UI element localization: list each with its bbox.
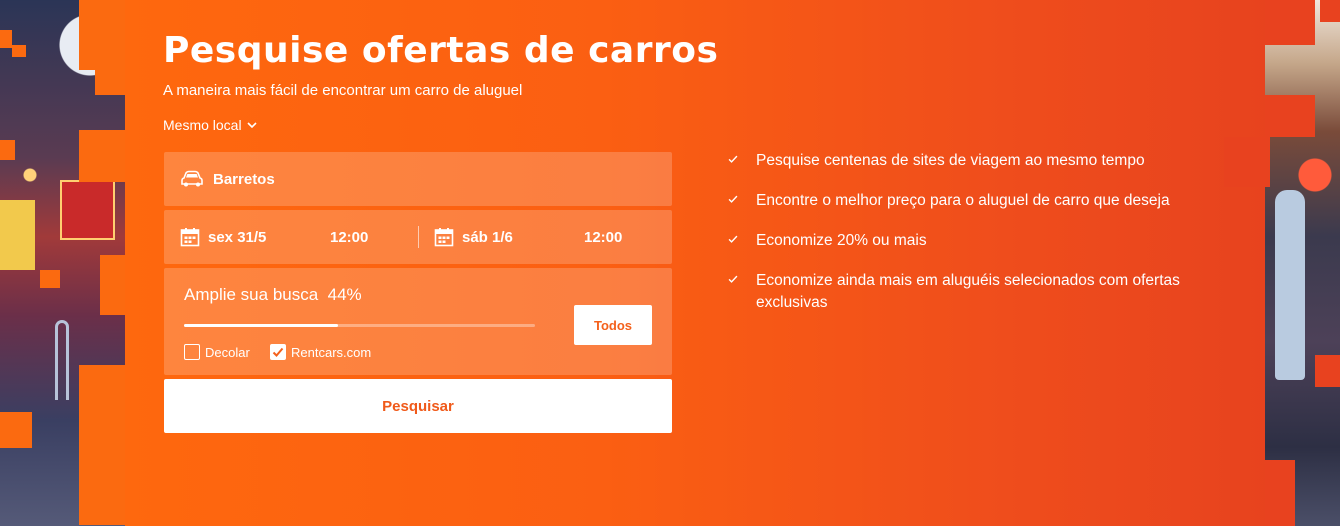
list-item: Economize 20% ou mais <box>726 230 1196 252</box>
expand-search-slider[interactable] <box>184 324 535 327</box>
dropoff-date: sáb 1/6 <box>462 228 513 246</box>
car-icon <box>181 170 203 187</box>
list-item: Pesquise centenas de sites de viagem ao … <box>726 150 1196 172</box>
pixel-edge <box>0 412 32 448</box>
dropoff-time[interactable]: 12:00 <box>584 229 622 246</box>
pickup-time[interactable]: 12:00 <box>330 229 368 246</box>
location-mode-label: Mesmo local <box>163 117 242 133</box>
pickup-date: sex 31/5 <box>208 228 267 246</box>
calendar-icon <box>180 228 200 247</box>
pixel-edge <box>1315 355 1340 387</box>
pixel-edge <box>95 70 125 95</box>
pedestrian-figure <box>1275 190 1305 380</box>
benefits-list: Pesquise centenas de sites de viagem ao … <box>726 150 1196 332</box>
pixel-edge <box>79 0 125 70</box>
benefit-text: Pesquise centenas de sites de viagem ao … <box>756 152 1145 169</box>
location-field[interactable]: Barretos <box>164 152 672 206</box>
check-icon <box>272 347 284 357</box>
checkbox-checked[interactable] <box>270 344 286 360</box>
calendar-icon <box>434 228 454 247</box>
provider-checkbox-decolar[interactable]: Decolar <box>184 344 250 360</box>
expand-search-heading: Amplie sua busca 44% <box>184 285 362 305</box>
list-item: Economize ainda mais em aluguéis selecio… <box>726 270 1196 314</box>
benefit-text: Economize 20% ou mais <box>756 232 927 249</box>
pixel-edge <box>1320 0 1340 22</box>
benefit-text: Economize ainda mais em aluguéis selecio… <box>756 272 1180 311</box>
check-icon <box>728 195 738 203</box>
lantern-sign <box>0 200 35 270</box>
location-mode-dropdown[interactable]: Mesmo local <box>163 117 258 133</box>
location-value: Barretos <box>213 170 275 188</box>
shop-sign <box>60 180 115 240</box>
pixel-edge <box>1224 137 1270 187</box>
pixel-edge <box>79 130 125 182</box>
check-icon <box>728 275 738 283</box>
pixel-edge <box>1265 95 1315 137</box>
expand-search-label: Amplie sua busca <box>184 285 319 304</box>
page-title: Pesquise ofertas de carros <box>163 30 719 71</box>
chevron-down-icon <box>247 122 257 129</box>
page-subtitle: A maneira mais fácil de encontrar um car… <box>163 82 523 99</box>
date-divider <box>418 226 419 248</box>
check-icon <box>728 155 738 163</box>
search-button[interactable]: Pesquisar <box>164 379 672 433</box>
pickup-date-field[interactable]: sex 31/5 12:00 <box>164 210 418 264</box>
check-icon <box>728 235 738 243</box>
pixel-edge <box>79 365 125 525</box>
slider-fill <box>184 324 339 327</box>
pixel-edge <box>0 30 12 48</box>
street-photo-right <box>1265 0 1340 526</box>
pixel-edge <box>1265 0 1315 45</box>
provider-label: Decolar <box>205 344 250 360</box>
expand-search-panel: Amplie sua busca 44% Decolar Rentcars.co… <box>164 268 672 375</box>
provider-label: Rentcars.com <box>291 344 372 360</box>
benefit-text: Encontre o melhor preço para o aluguel d… <box>756 192 1170 209</box>
pixel-edge <box>12 45 26 57</box>
dates-row: sex 31/5 12:00 sáb 1/6 12:00 <box>164 210 672 264</box>
checkbox-unchecked[interactable] <box>184 344 200 360</box>
select-all-button[interactable]: Todos <box>574 305 652 345</box>
dropoff-date-field[interactable]: sáb 1/6 12:00 <box>418 210 672 264</box>
list-item: Encontre o melhor preço para o aluguel d… <box>726 190 1196 212</box>
expand-search-percent: 44% <box>327 285 362 304</box>
pixel-edge <box>1265 460 1295 526</box>
provider-checkbox-rentcars[interactable]: Rentcars.com <box>270 344 371 360</box>
street-rail <box>55 320 69 400</box>
pixel-edge <box>100 255 125 315</box>
pixel-edge <box>0 140 15 160</box>
pixel-edge <box>40 270 60 288</box>
